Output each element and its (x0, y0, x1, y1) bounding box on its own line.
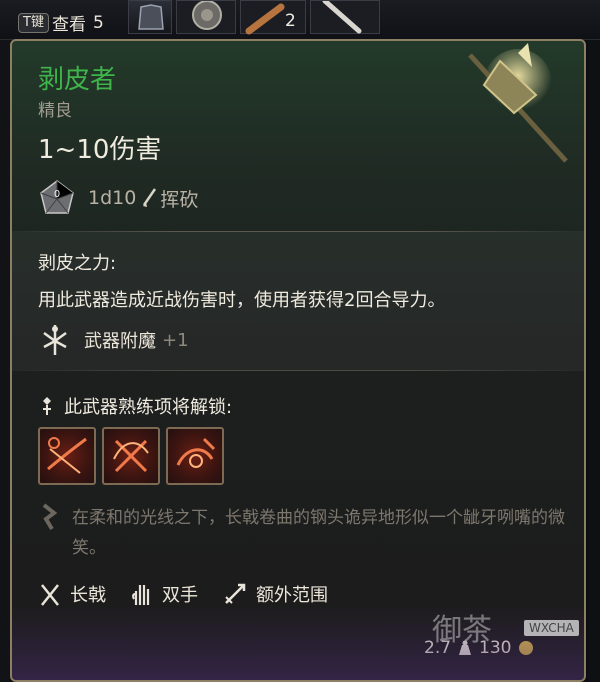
inventory-slot[interactable] (128, 0, 172, 34)
enchant-value: +1 (162, 329, 189, 351)
sword-icon (322, 0, 362, 34)
enchantment-row: 武器附魔 +1 (38, 323, 189, 357)
flavor-text-row: 在柔和的光线之下，长戟卷曲的钢头诡异地形似一个龇牙咧嘴的微笑。 (38, 503, 572, 563)
svg-text:0: 0 (54, 189, 60, 200)
view-hint[interactable]: T键 查看 5 (18, 10, 104, 35)
damage-type: 挥砍 (160, 188, 199, 211)
property-label: 额外范围 (256, 585, 328, 606)
two-hand-icon (132, 585, 150, 605)
weapon-action-slot[interactable] (38, 427, 96, 485)
pommel-strike-action-icon (176, 437, 216, 468)
weapon-properties: 长戟 双手 额外范围 (38, 581, 352, 607)
gold-icon (518, 641, 533, 655)
proficiency-icon (43, 397, 51, 415)
halberd-art-icon (468, 43, 568, 163)
proficiency-header: 此武器熟练项将解锁: (38, 393, 232, 419)
watermark: 御茶 (432, 613, 492, 648)
flavor-icon (42, 503, 58, 531)
enchant-icon (43, 325, 67, 355)
background-edge (0, 40, 10, 682)
property-label: 长戟 (70, 585, 106, 606)
inventory-slot[interactable] (176, 0, 236, 34)
weapon-actions (38, 427, 224, 485)
inventory-bar: T键 查看 5 2 (0, 0, 600, 40)
dice-d10-icon: 0 (40, 180, 74, 214)
item-rarity: 精良 (38, 101, 72, 121)
watermark-badge: WXCHA (524, 620, 579, 636)
property-halberd: 长戟 (38, 581, 106, 607)
damage-range: 1~10伤害 (38, 135, 162, 165)
inventory-slot[interactable]: 2 (240, 0, 306, 35)
item-name: 剥皮者 (38, 65, 117, 95)
background-edge (588, 40, 600, 682)
inventory-slot[interactable] (310, 0, 380, 34)
property-label: 双手 (162, 585, 198, 606)
enchant-name: 武器附魔 (84, 331, 156, 352)
shield-icon (192, 0, 222, 30)
key-t-hint: T键 (18, 12, 49, 33)
property-reach: 额外范围 (222, 581, 328, 607)
passive-description: 用此武器造成近战伤害时，使用者获得2回合导力。 (38, 290, 446, 311)
flavor-text: 在柔和的光线之下，长戟卷曲的钢头诡异地形似一个龇牙咧嘴的微笑。 (72, 508, 565, 558)
passive-title: 剥皮之力: (38, 253, 117, 274)
slot-count: 5 (92, 12, 104, 33)
slash-icon (143, 188, 157, 207)
weapon-action-slot[interactable] (166, 427, 224, 485)
halberd-icon (41, 584, 59, 606)
dice-value: 1d10 (88, 187, 137, 209)
view-label: 查看 (51, 15, 86, 35)
club-icon (245, 3, 285, 35)
item-tooltip: 剥皮者 精良 1~10伤害 0 1d10 挥砍 剥皮之力: 用此武器造成近战伤害… (10, 39, 586, 682)
cleave-action-icon (47, 437, 87, 474)
reach-icon (225, 583, 246, 604)
proficiency-title: 此武器熟练项将解锁: (64, 397, 233, 418)
weapon-action-slot[interactable] (102, 427, 160, 485)
lacerate-action-icon (113, 439, 149, 473)
property-two-handed: 双手 (130, 581, 198, 607)
slot-count: 2 (285, 11, 296, 31)
damage-dice-row: 0 1d10 挥砍 (38, 179, 198, 217)
armor-icon (138, 4, 164, 30)
